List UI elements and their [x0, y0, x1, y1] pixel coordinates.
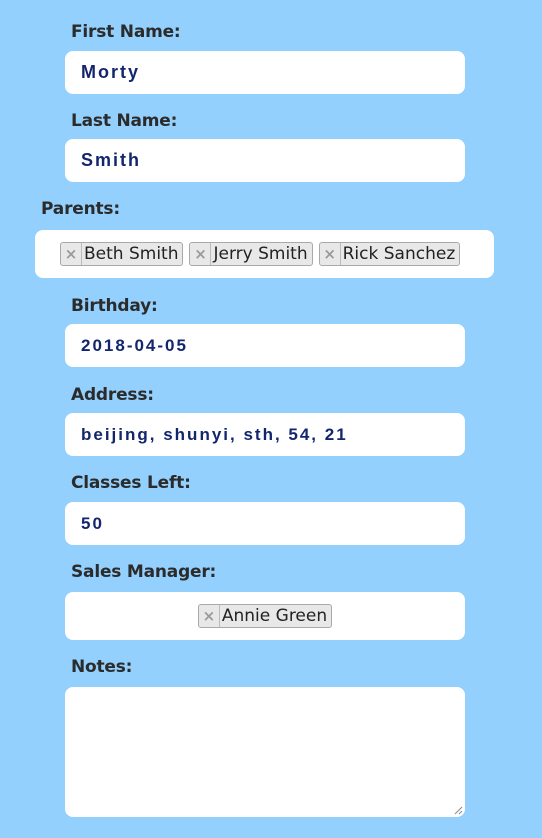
notes-label: Notes: [71, 657, 133, 677]
first-name-value: Morty [81, 62, 140, 82]
remove-icon[interactable]: × [61, 243, 82, 265]
sales-manager-select[interactable]: × Annie Green [65, 592, 465, 640]
last-name-input[interactable]: Smith [65, 139, 465, 182]
address-value: beijing, shunyi, sth, 54, 21 [81, 424, 348, 444]
parents-select[interactable]: × Beth Smith × Jerry Smith × Rick Sanche… [35, 230, 494, 278]
sales-manager-tag: × Annie Green [197, 604, 333, 628]
parents-label: Parents: [41, 199, 120, 219]
classes-left-value: 50 [81, 513, 104, 533]
parent-tag-label: Rick Sanchez [342, 244, 456, 264]
classes-left-label: Classes Left: [71, 473, 191, 493]
parent-tag: × Rick Sanchez [318, 242, 461, 266]
last-name-value: Smith [81, 150, 142, 170]
birthday-value: 2018-04-05 [81, 335, 188, 355]
first-name-label: First Name: [71, 22, 181, 42]
parent-tag: × Jerry Smith [189, 242, 313, 266]
remove-icon[interactable]: × [320, 243, 341, 265]
sales-manager-tag-label: Annie Green [221, 606, 328, 626]
address-label: Address: [71, 385, 154, 405]
parent-tag: × Beth Smith [60, 242, 184, 266]
address-input[interactable]: beijing, shunyi, sth, 54, 21 [65, 413, 465, 456]
parent-tag-label: Beth Smith [84, 244, 179, 264]
classes-left-input[interactable]: 50 [65, 502, 465, 545]
birthday-input[interactable]: 2018-04-05 [65, 324, 465, 367]
remove-icon[interactable]: × [199, 605, 220, 627]
last-name-label: Last Name: [71, 111, 178, 131]
birthday-label: Birthday: [71, 296, 158, 316]
parent-tag-label: Jerry Smith [213, 244, 308, 264]
first-name-input[interactable]: Morty [65, 51, 465, 94]
resize-handle-icon[interactable] [454, 806, 463, 815]
remove-icon[interactable]: × [190, 243, 212, 265]
notes-textarea[interactable] [65, 687, 465, 817]
sales-manager-label: Sales Manager: [71, 562, 217, 582]
